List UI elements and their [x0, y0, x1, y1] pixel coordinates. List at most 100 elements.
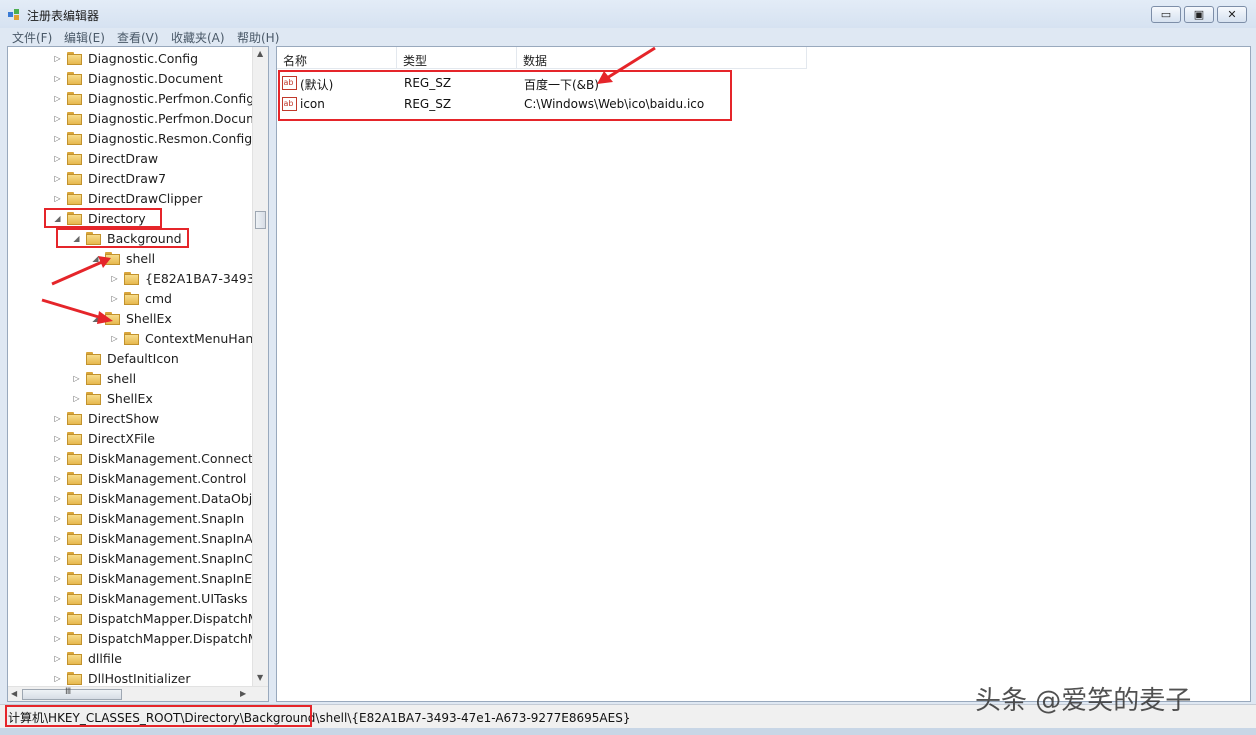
tree-node[interactable]: DefaultIcon [8, 349, 252, 369]
expand-icon[interactable]: ▷ [53, 654, 62, 663]
tree-node[interactable]: ▷ DirectDraw [8, 149, 252, 169]
tree-node[interactable]: ◢ Background [8, 229, 252, 249]
value-row[interactable]: ab icon REG_SZ C:\Windows\Web\ico\baidu.… [277, 94, 1250, 115]
tree-node[interactable]: ◢ Directory [8, 209, 252, 229]
tree-node[interactable]: ▷ ContextMenuHand [8, 329, 261, 349]
svg-text:ab: ab [284, 78, 294, 87]
tree-node[interactable]: ▷ Diagnostic.Perfmon.Docume [8, 109, 266, 129]
minimize-button[interactable]: ▭ [1151, 6, 1181, 23]
window-bottom-border [0, 728, 1256, 735]
folder-icon [124, 332, 139, 345]
expand-icon[interactable]: ▷ [53, 594, 62, 603]
expand-icon[interactable]: ▷ [53, 634, 62, 643]
expand-icon[interactable]: ▷ [53, 534, 62, 543]
tree-node[interactable]: ▷ {E82A1BA7-3493-4 [8, 269, 267, 289]
expand-icon[interactable]: ▷ [53, 134, 62, 143]
tree-node[interactable]: ▷ DiskManagement.SnapInAbc [8, 529, 267, 549]
menu-edit[interactable]: 编辑(E) [64, 29, 105, 46]
folder-icon [67, 632, 82, 645]
registry-tree[interactable]: ▷ Diagnostic.Config ▷ Diagnostic.Document ▷ D… [7, 46, 269, 702]
tree-node-label: DiskManagement.UITasks [88, 591, 248, 606]
tree-node-label: Diagnostic.Perfmon.Docume [88, 111, 266, 126]
expand-icon[interactable]: ▷ [72, 394, 81, 403]
expand-icon[interactable]: ▷ [53, 514, 62, 523]
tree-node[interactable]: ▷ DirectXFile [8, 429, 252, 449]
tree-node[interactable]: ▷ Diagnostic.Config [8, 49, 252, 69]
column-header-type[interactable]: 类型 [397, 47, 517, 69]
column-header-name-label: 名称 [283, 54, 308, 68]
value-row[interactable]: ab (默认) REG_SZ 百度一下(&B) [277, 73, 1250, 94]
tree-node[interactable]: ▷ DiskManagement.SnapInCor [8, 549, 265, 569]
tree-node[interactable]: ◢ ShellEx [8, 309, 252, 329]
tree-vertical-scrollbar[interactable]: ▲ ▼ [252, 47, 268, 687]
expand-icon[interactable]: ▷ [53, 94, 62, 103]
expand-icon[interactable]: ▷ [53, 574, 62, 583]
maximize-button[interactable]: ▣ [1184, 6, 1214, 23]
tree-node[interactable]: ▷ Diagnostic.Perfmon.Config [8, 89, 254, 109]
tree-node-label: DirectXFile [88, 431, 155, 446]
expand-icon[interactable]: ▷ [53, 494, 62, 503]
expand-icon[interactable]: ▷ [53, 54, 62, 63]
tree-node[interactable]: ▷ ShellEx [8, 389, 252, 409]
collapse-icon[interactable]: ◢ [72, 234, 81, 243]
collapse-icon[interactable]: ◢ [53, 214, 62, 223]
folder-icon [86, 392, 101, 405]
collapse-icon[interactable]: ◢ [91, 254, 100, 263]
tree-vertical-scroll-thumb[interactable] [255, 211, 266, 229]
tree-horizontal-scrollbar[interactable]: ◀ Ⅲ ▶ [8, 686, 268, 701]
tree-node[interactable]: ▷ cmd [8, 289, 252, 309]
expand-icon[interactable]: ▷ [53, 474, 62, 483]
values-list[interactable]: 名称 类型 数据 ab (默认) REG_SZ 百度一下(&B) ab icon… [276, 46, 1251, 702]
folder-icon [67, 492, 82, 505]
tree-node[interactable]: ◢ shell [8, 249, 252, 269]
tree-node[interactable]: ▷ DiskManagement.DataObjec [8, 489, 266, 509]
expand-icon[interactable]: ▷ [53, 454, 62, 463]
tree-node[interactable]: ▷ DirectDrawClipper [8, 189, 252, 209]
expand-icon[interactable]: ▷ [53, 674, 62, 683]
folder-icon [67, 552, 82, 565]
minimize-icon: ▭ [1160, 8, 1172, 21]
tree-node[interactable]: ▷ DiskManagement.SnapIn [8, 509, 252, 529]
tree-node[interactable]: ▷ DispatchMapper.DispatchMa [8, 629, 266, 649]
expand-icon[interactable]: ▷ [53, 174, 62, 183]
column-header-name[interactable]: 名称 [277, 47, 397, 69]
tree-node-label: dllfile [88, 651, 122, 666]
expand-icon[interactable]: ▷ [110, 274, 119, 283]
expand-icon[interactable]: ▷ [72, 374, 81, 383]
tree-node[interactable]: ▷ DiskManagement.SnapInExt [8, 569, 264, 589]
column-header-data[interactable]: 数据 [517, 47, 807, 69]
expand-icon[interactable]: ▷ [53, 74, 62, 83]
expand-icon[interactable]: ▷ [53, 614, 62, 623]
collapse-icon[interactable]: ◢ [91, 314, 100, 323]
tree-node[interactable]: ▷ DiskManagement.UITasks [8, 589, 252, 609]
tree-node[interactable]: ▷ dllfile [8, 649, 252, 669]
close-button[interactable]: ✕ [1217, 6, 1247, 23]
tree-horizontal-scroll-thumb[interactable]: Ⅲ [22, 687, 122, 700]
tree-node[interactable]: ▷ DirectShow [8, 409, 252, 429]
menu-help[interactable]: 帮助(H) [237, 29, 279, 46]
menu-favorites[interactable]: 收藏夹(A) [171, 29, 225, 46]
expand-icon[interactable]: ▷ [110, 334, 119, 343]
folder-icon [67, 512, 82, 525]
menu-file[interactable]: 文件(F) [12, 29, 52, 46]
expand-icon[interactable]: ▷ [110, 294, 119, 303]
scroll-down-icon[interactable]: ▼ [257, 673, 263, 682]
tree-node[interactable]: ▷ DiskManagement.Control [8, 469, 252, 489]
tree-node[interactable]: ▷ Diagnostic.Resmon.Config [8, 129, 252, 149]
expand-icon[interactable]: ▷ [53, 434, 62, 443]
tree-node[interactable]: ▷ DiskManagement.Connectio [8, 449, 264, 469]
scroll-right-icon[interactable]: ▶ [240, 689, 246, 698]
menu-view[interactable]: 查看(V) [117, 29, 159, 46]
expand-icon[interactable]: ▷ [53, 554, 62, 563]
folder-icon [67, 612, 82, 625]
expand-icon[interactable]: ▷ [53, 414, 62, 423]
scroll-up-icon[interactable]: ▲ [257, 49, 263, 58]
tree-node[interactable]: ▷ Diagnostic.Document [8, 69, 252, 89]
expand-icon[interactable]: ▷ [53, 194, 62, 203]
tree-node[interactable]: ▷ DispatchMapper.DispatchMa [8, 609, 266, 629]
expand-icon[interactable]: ▷ [53, 154, 62, 163]
expand-icon[interactable]: ▷ [53, 114, 62, 123]
tree-node[interactable]: ▷ DirectDraw7 [8, 169, 252, 189]
scroll-left-icon[interactable]: ◀ [11, 689, 17, 698]
tree-node[interactable]: ▷ shell [8, 369, 252, 389]
